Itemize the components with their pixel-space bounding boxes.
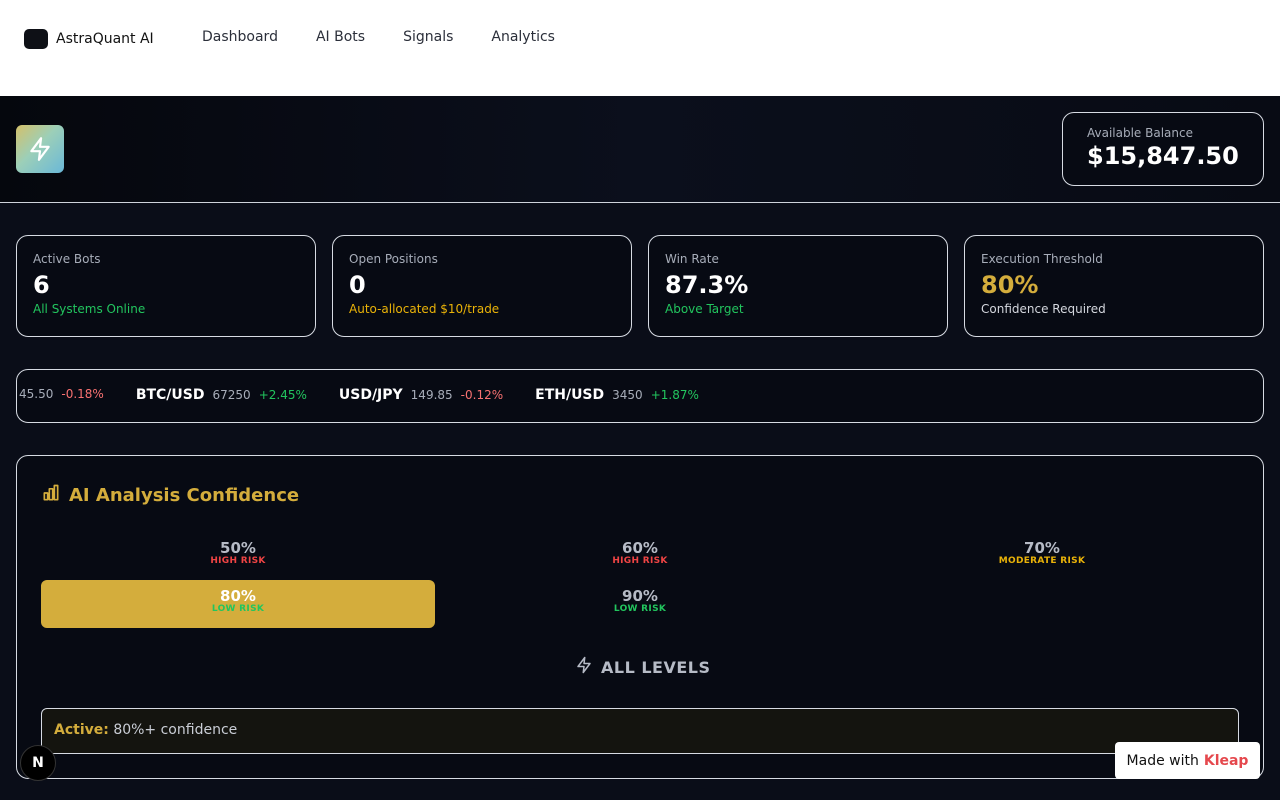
made-with-label: Made with <box>1126 752 1199 769</box>
ticker-price: 3450 <box>612 388 643 402</box>
ticker-change: +2.45% <box>258 388 307 402</box>
ticker-change: +1.87% <box>650 388 699 402</box>
level-percent: 70% <box>1024 539 1060 557</box>
panel-title: AI Analysis Confidence <box>41 483 299 507</box>
ticker-price: 149.85 <box>410 388 453 402</box>
ticker-symbol: BTC/USD <box>135 387 205 403</box>
nav-link-ai-bots[interactable]: AI Bots <box>316 29 365 45</box>
made-with-badge[interactable]: Made with Kleap <box>1115 742 1260 779</box>
stat-sub: Confidence Required <box>981 302 1106 316</box>
stat-card-win-rate: Win Rate 87.3% Above Target <box>648 235 948 337</box>
active-threshold-bar: Active: 80%+ confidence <box>41 708 1239 754</box>
stat-sub: All Systems Online <box>33 302 146 316</box>
lightning-bolt-icon <box>16 125 64 173</box>
ticker-item[interactable]: ETH/USD 3450 +1.87% <box>535 387 699 403</box>
balance-label: Available Balance <box>1087 126 1193 140</box>
brand[interactable]: AstraQuant AI <box>24 29 154 49</box>
ticker-price: 67250 <box>212 388 251 402</box>
level-risk: MODERATE RISK <box>998 556 1086 566</box>
active-key: Active: <box>54 722 109 738</box>
stat-label: Active Bots <box>33 252 101 266</box>
level-percent: 60% <box>622 539 658 557</box>
balance-card: Available Balance $15,847.50 <box>1062 112 1264 186</box>
lightning-bolt-icon <box>575 656 593 678</box>
level-option-70[interactable]: 70% MODERATE RISK <box>845 532 1239 580</box>
level-option-80[interactable]: 80% LOW RISK <box>41 580 435 628</box>
ticker-track: 45.50 -0.18% BTC/USD 67250 +2.45% USD/JP… <box>19 387 699 403</box>
level-risk: LOW RISK <box>211 604 265 614</box>
ticker-symbol: ETH/USD <box>535 387 605 403</box>
nav-link-signals[interactable]: Signals <box>403 29 453 45</box>
stat-card-open-positions: Open Positions 0 Auto-allocated $10/trad… <box>332 235 632 337</box>
ticker-item[interactable]: BTC/USD 67250 +2.45% <box>136 387 307 403</box>
level-percent: 90% <box>622 587 658 605</box>
stat-sub: Auto-allocated $10/trade <box>349 302 500 316</box>
stat-card-active-bots: Active Bots 6 All Systems Online <box>16 235 316 337</box>
level-percent: 50% <box>220 539 256 557</box>
ticker-change: -0.12% <box>460 388 504 402</box>
ticker-symbol: USD/JPY <box>338 387 403 403</box>
made-with-brand: Kleap <box>1203 752 1249 769</box>
level-percent: 80% <box>220 587 256 605</box>
stat-value: 6 <box>33 271 50 299</box>
stat-value: 87.3% <box>665 271 749 299</box>
brand-logo-icon <box>24 29 48 49</box>
stat-value: 0 <box>349 271 366 299</box>
active-value: 80%+ confidence <box>113 722 238 738</box>
level-option-90[interactable]: 90% LOW RISK <box>443 580 837 628</box>
level-option-60[interactable]: 60% HIGH RISK <box>443 532 837 580</box>
confidence-panel: AI Analysis Confidence 50% HIGH RISK 60%… <box>16 455 1264 779</box>
ticker-change: -0.18% <box>61 387 104 401</box>
ticker-item[interactable]: USD/JPY 149.85 -0.12% <box>339 387 503 403</box>
stat-sub: Above Target <box>665 302 744 316</box>
brand-name: AstraQuant AI <box>56 31 154 47</box>
stat-label: Execution Threshold <box>981 252 1103 266</box>
panel-title-text: AI Analysis Confidence <box>69 484 300 506</box>
all-levels-label: ALL LEVELS <box>601 657 711 677</box>
level-risk: HIGH RISK <box>210 556 266 566</box>
stat-card-execution-threshold: Execution Threshold 80% Confidence Requi… <box>964 235 1264 337</box>
bar-chart-icon <box>41 483 61 507</box>
ticker-item[interactable]: 45.50 -0.18% <box>19 387 104 403</box>
stat-label: Win Rate <box>665 252 719 266</box>
all-levels-button[interactable]: ALL LEVELS <box>575 656 711 678</box>
top-navbar: AstraQuant AI Dashboard AI Bots Signals … <box>0 0 1280 96</box>
level-option-50[interactable]: 50% HIGH RISK <box>41 532 435 580</box>
stats-row: Active Bots 6 All Systems Online Open Po… <box>16 235 1264 337</box>
level-risk: HIGH RISK <box>612 556 668 566</box>
nav-links: Dashboard AI Bots Signals Analytics <box>202 29 555 45</box>
ticker-price: 45.50 <box>19 387 54 401</box>
stat-label: Open Positions <box>349 252 438 266</box>
price-ticker: 45.50 -0.18% BTC/USD 67250 +2.45% USD/JP… <box>16 369 1264 423</box>
balance-value: $15,847.50 <box>1087 142 1239 170</box>
framework-badge[interactable]: N <box>20 745 56 781</box>
nav-link-dashboard[interactable]: Dashboard <box>202 29 278 45</box>
stat-value: 80% <box>981 271 1039 299</box>
nav-link-analytics[interactable]: Analytics <box>491 29 555 45</box>
hero-header: Available Balance $15,847.50 <box>0 96 1280 203</box>
level-risk: LOW RISK <box>613 604 667 614</box>
